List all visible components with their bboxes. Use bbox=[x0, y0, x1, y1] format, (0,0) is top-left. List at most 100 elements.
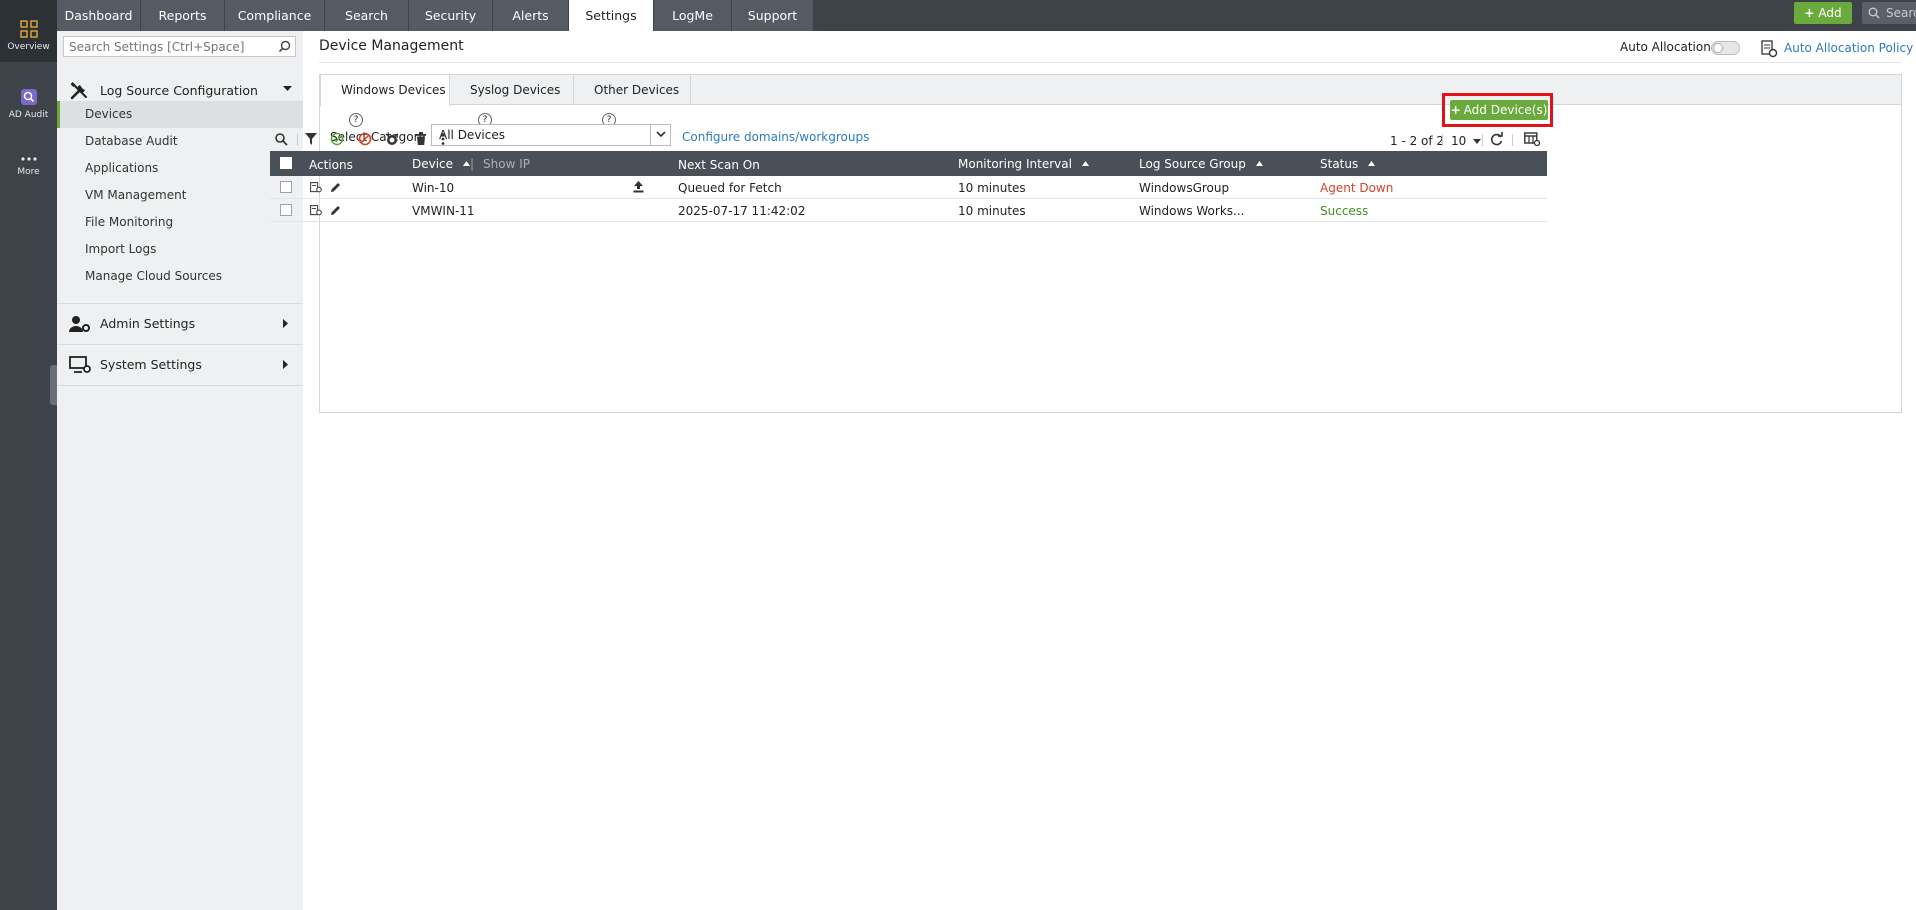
status-badge: Success bbox=[1320, 204, 1369, 218]
log-source-group-value: Windows Works... bbox=[1139, 204, 1245, 218]
column-header-monitoring-interval[interactable]: Monitoring Interval bbox=[958, 157, 1089, 171]
tab-label: Windows Devices bbox=[341, 83, 446, 97]
ad-audit-icon bbox=[20, 89, 37, 105]
sort-asc-icon bbox=[1368, 161, 1376, 166]
settings-search-input[interactable] bbox=[63, 36, 296, 57]
top-navigation: Dashboard Reports Compliance Search Secu… bbox=[57, 0, 1916, 31]
column-header-status[interactable]: Status bbox=[1320, 157, 1376, 171]
disable-block-icon[interactable] bbox=[358, 132, 372, 146]
toolbar-separator bbox=[1512, 134, 1513, 146]
more-vertical-icon[interactable] bbox=[440, 132, 446, 146]
page-title: Device Management bbox=[319, 38, 464, 54]
top-search-placeholder: Search bbox=[1886, 6, 1916, 20]
tab-label: Other Devices bbox=[594, 83, 680, 97]
admin-user-gear-icon bbox=[69, 316, 90, 332]
status-badge: Agent Down bbox=[1320, 181, 1394, 195]
tab-other-devices[interactable]: Other Devices? bbox=[574, 75, 691, 127]
refresh-icon[interactable] bbox=[1490, 132, 1503, 146]
top-add-label: Add bbox=[1818, 6, 1842, 20]
caret-down-icon bbox=[1473, 139, 1482, 144]
show-ip-toggle[interactable]: Show IP bbox=[483, 157, 530, 171]
section-label: System Settings bbox=[100, 357, 202, 372]
column-header-log-source-group[interactable]: Log Source Group bbox=[1139, 157, 1263, 171]
help-icon[interactable]: ? bbox=[349, 112, 363, 127]
add-devices-label: Add Device(s) bbox=[1463, 103, 1548, 117]
agent-upgrade-icon[interactable] bbox=[633, 181, 644, 193]
sort-asc-icon bbox=[462, 161, 470, 166]
add-devices-button[interactable]: + Add Device(s) bbox=[1450, 100, 1548, 120]
column-label: Monitoring Interval bbox=[958, 157, 1072, 171]
top-add-button[interactable]: + Add bbox=[1794, 2, 1852, 24]
edit-pencil-icon[interactable] bbox=[330, 205, 341, 216]
tab-compliance[interactable]: Compliance bbox=[225, 0, 325, 31]
tab-search[interactable]: Search bbox=[325, 0, 409, 31]
device-name[interactable]: Win-10 bbox=[412, 181, 454, 195]
sidebar-item-database-audit[interactable]: Database Audit bbox=[57, 128, 303, 155]
section-admin-settings[interactable]: Admin Settings bbox=[57, 303, 303, 343]
column-header-next-scan: Next Scan On bbox=[678, 158, 760, 172]
toolbar-separator bbox=[297, 134, 298, 146]
rail-item-more[interactable]: More bbox=[0, 155, 57, 177]
filter-icon[interactable] bbox=[305, 132, 317, 146]
delete-trash-icon[interactable] bbox=[415, 132, 427, 146]
device-details-icon[interactable] bbox=[310, 205, 322, 216]
sidebar-item-file-monitoring[interactable]: File Monitoring bbox=[57, 209, 303, 236]
auto-allocation-policy-link[interactable]: Auto Allocation Policy bbox=[1784, 41, 1913, 55]
device-name[interactable]: VMWIN-11 bbox=[412, 204, 475, 218]
title-divider bbox=[319, 62, 1901, 63]
overview-grid-icon bbox=[19, 20, 38, 38]
section-system-settings[interactable]: System Settings bbox=[57, 344, 303, 386]
select-all-checkbox[interactable] bbox=[280, 157, 292, 169]
sidebar-item-devices[interactable]: Devices bbox=[57, 101, 303, 128]
auto-allocation-toggle[interactable] bbox=[1711, 41, 1740, 55]
device-type-tabs: Windows Devices? Syslog Devices? Other D… bbox=[320, 75, 1901, 127]
tab-support[interactable]: Support bbox=[732, 0, 814, 31]
tab-alerts[interactable]: Alerts bbox=[493, 0, 569, 31]
monitor-gear-icon bbox=[69, 356, 91, 373]
next-scan-value: Queued for Fetch bbox=[678, 181, 782, 195]
next-scan-value: 2025-07-17 11:42:02 bbox=[678, 204, 806, 218]
sidebar-item-applications[interactable]: Applications bbox=[57, 155, 303, 182]
search-icon[interactable] bbox=[278, 40, 291, 53]
search-icon[interactable] bbox=[274, 132, 288, 146]
column-chooser-icon[interactable] bbox=[1524, 132, 1540, 146]
sort-asc-icon bbox=[1081, 161, 1089, 166]
sidebar-collapse-handle[interactable] bbox=[50, 365, 57, 405]
column-header-device[interactable]: Device bbox=[412, 157, 470, 171]
sidebar-item-vm-management[interactable]: VM Management bbox=[57, 182, 303, 209]
sidebar-item-import-logs[interactable]: Import Logs bbox=[57, 236, 303, 263]
rail-item-ad-audit[interactable]: AD Audit bbox=[0, 88, 57, 120]
column-header-actions: Actions bbox=[309, 158, 353, 172]
caret-down-icon bbox=[283, 86, 292, 91]
tab-logme[interactable]: LogMe bbox=[654, 0, 732, 31]
tab-syslog-devices[interactable]: Syslog Devices? bbox=[450, 75, 574, 127]
caret-right-icon bbox=[283, 319, 288, 328]
rail-label-ad-audit: AD Audit bbox=[8, 110, 49, 120]
table-toolbar: 1 - 2 of 2 10 bbox=[270, 130, 1547, 150]
rail-label-overview: Overview bbox=[7, 42, 50, 52]
row-checkbox[interactable] bbox=[280, 181, 292, 193]
caret-right-icon bbox=[283, 360, 288, 369]
monitoring-interval-value: 10 minutes bbox=[958, 181, 1026, 195]
rail-label-more: More bbox=[17, 167, 40, 177]
tab-dashboard[interactable]: Dashboard bbox=[57, 0, 141, 31]
tab-security[interactable]: Security bbox=[409, 0, 493, 31]
edit-pencil-icon[interactable] bbox=[330, 182, 341, 193]
toolbar-separator bbox=[1442, 134, 1443, 146]
column-label: Status bbox=[1320, 157, 1359, 171]
device-details-icon[interactable] bbox=[310, 182, 322, 193]
column-label: Device bbox=[412, 157, 454, 171]
enable-check-icon[interactable] bbox=[330, 132, 344, 146]
tab-reports[interactable]: Reports bbox=[141, 0, 225, 31]
rail-item-overview[interactable]: Overview bbox=[0, 0, 57, 62]
per-page-select[interactable]: 10 bbox=[1451, 134, 1482, 148]
top-search-input[interactable]: Search bbox=[1862, 2, 1916, 24]
row-checkbox[interactable] bbox=[280, 204, 292, 216]
sidebar-item-manage-cloud-sources[interactable]: Manage Cloud Sources bbox=[57, 263, 303, 290]
tab-windows-devices[interactable]: Windows Devices? bbox=[320, 75, 450, 127]
devices-table-header: Actions Device | Show IP Next Scan On Mo… bbox=[270, 151, 1547, 176]
log-source-group-value: WindowsGroup bbox=[1139, 181, 1230, 195]
search-icon bbox=[1868, 7, 1880, 19]
tab-settings[interactable]: Settings bbox=[569, 0, 654, 31]
scan-alarm-icon[interactable] bbox=[385, 132, 399, 146]
